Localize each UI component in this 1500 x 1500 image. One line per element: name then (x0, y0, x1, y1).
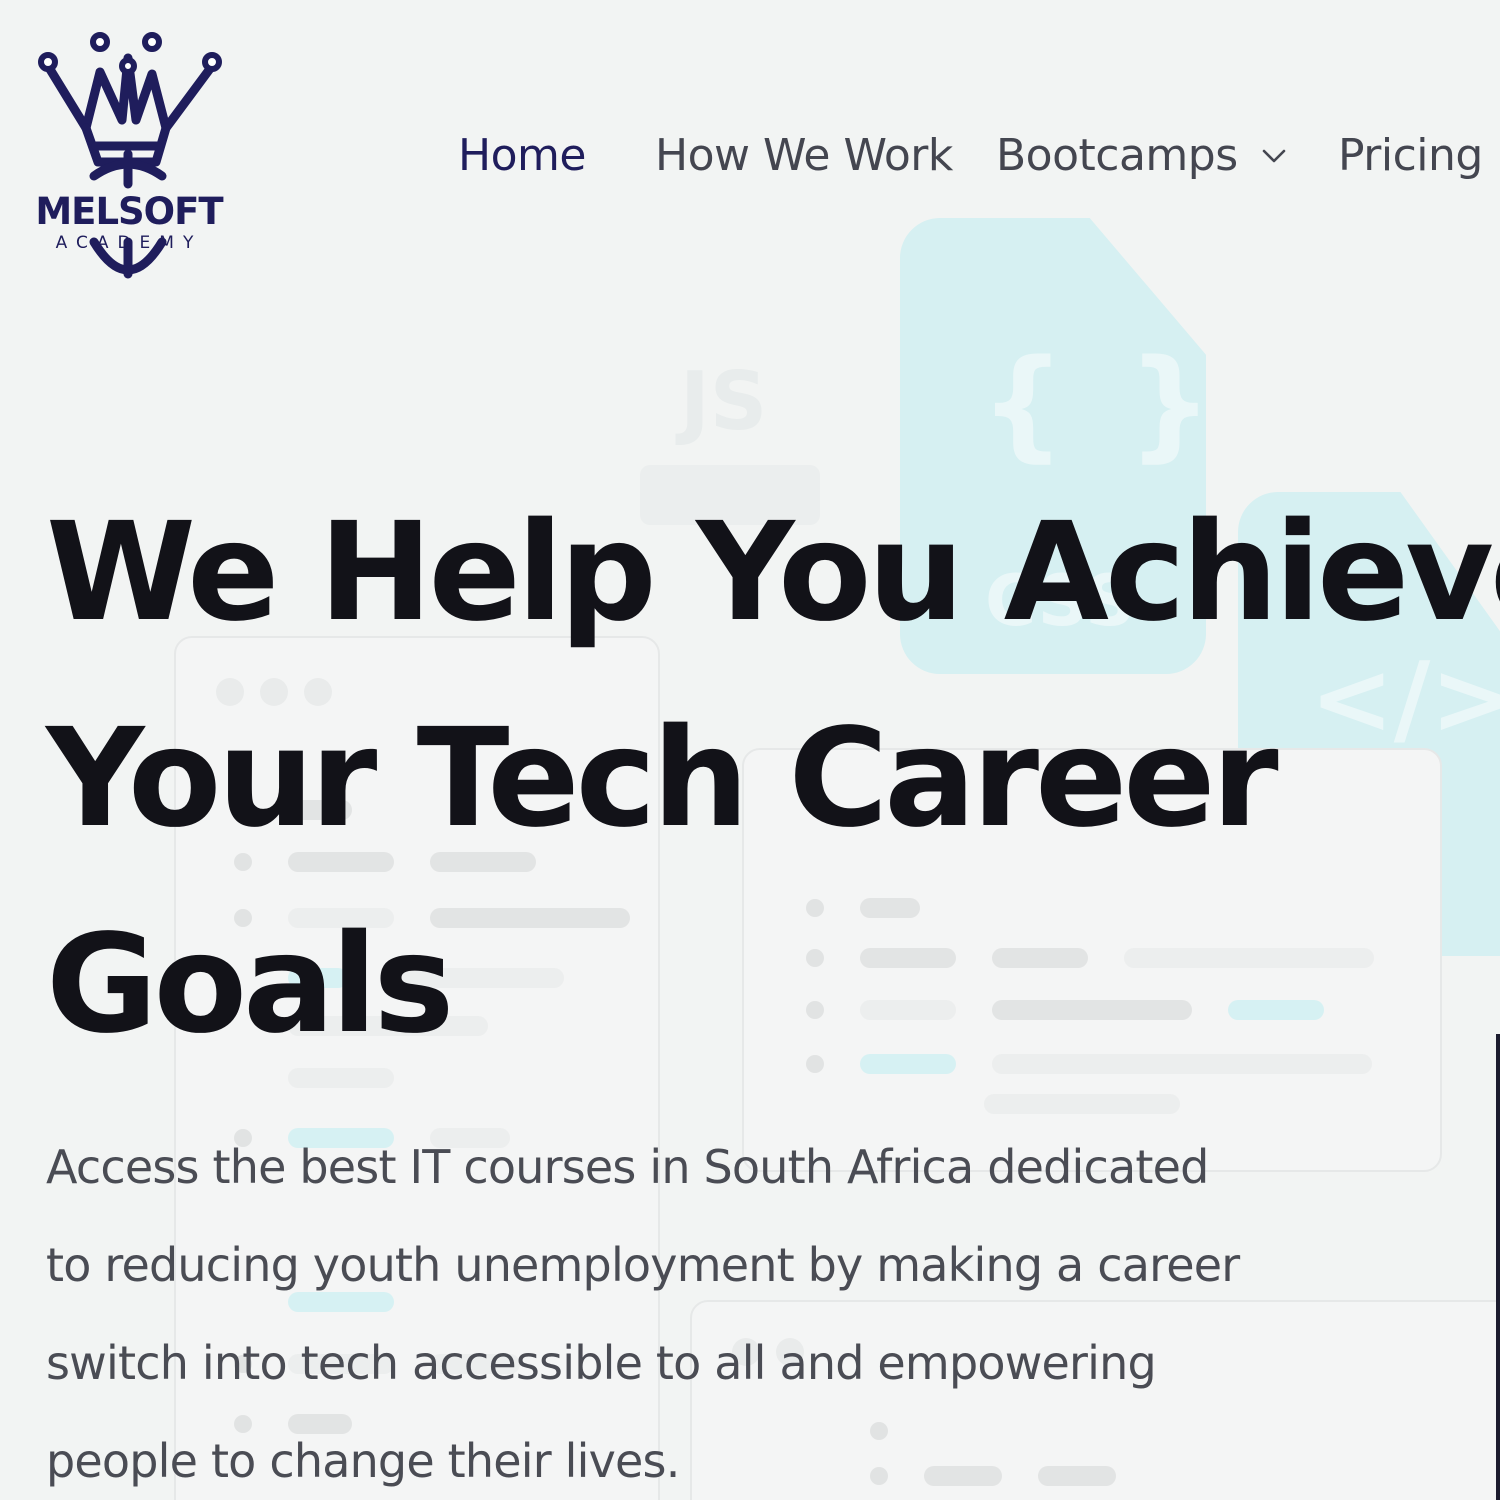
hero-title: We Help You Achieve Your Tech Career Goa… (46, 470, 1500, 1088)
page: { } CSS </> JS MELSOFT ACADEMY Home How … (0, 0, 1500, 1500)
melsoft-academy-logo[interactable]: MELSOFT ACADEMY (35, 28, 226, 290)
chevron-down-icon (1262, 149, 1285, 162)
hero-description-line: to reducing youth unemployment by making… (46, 1238, 1240, 1292)
hero-title-line: Goals (46, 906, 454, 1064)
js-glyph: JS (680, 355, 768, 448)
page-edge-divider (1496, 1034, 1500, 1500)
nav-bootcamps-label: Bootcamps (996, 130, 1238, 181)
crown-logo-icon: MELSOFT ACADEMY (35, 32, 225, 279)
hero-title-line: Your Tech Career (46, 700, 1279, 858)
hero-description: Access the best IT courses in South Afri… (46, 1118, 1240, 1500)
logo-tagline-text: ACADEMY (56, 233, 203, 253)
nav-bootcamps-dropdown[interactable]: Bootcamps (996, 130, 1288, 181)
nav-home[interactable]: Home (458, 130, 586, 181)
hero-description-line: people to change their lives. (46, 1434, 680, 1488)
hero-description-line: Access the best IT courses in South Afri… (46, 1140, 1209, 1194)
nav-pricing[interactable]: Pricing (1338, 130, 1483, 181)
braces-glyph: { } (980, 335, 1223, 474)
logo-brand-text: MELSOFT (36, 190, 224, 233)
hero-description-line: switch into tech accessible to all and e… (46, 1336, 1157, 1390)
hero-title-line: We Help You Achieve (46, 494, 1500, 652)
nav-how-we-work[interactable]: How We Work (655, 130, 953, 181)
